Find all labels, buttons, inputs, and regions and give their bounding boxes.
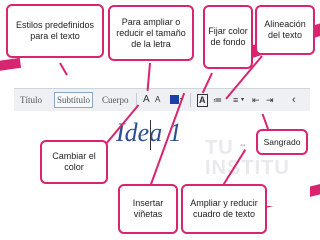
text-color-icon[interactable] (170, 95, 179, 104)
callout-text: Insertar viñetas (132, 198, 164, 219)
align-icon[interactable]: ≡ (233, 93, 238, 107)
callout-text: Estilos predefinidos para el texto (15, 20, 95, 41)
callout-predefined-styles: Estilos predefinidos para el texto (6, 4, 104, 58)
callout-text-alignment: Alineación del texto (255, 5, 315, 55)
connector-line (146, 62, 151, 91)
indent-increase-icon[interactable]: ⇥ (266, 93, 274, 107)
callout-indent: Sangrado (256, 129, 308, 155)
resize-handle-icon[interactable]: ⇔ (239, 140, 247, 149)
callout-font-size: Para ampliar o reducir el tamaño de la l… (108, 5, 194, 61)
callout-text: Ampliar y reducir cuadro de texto (190, 198, 258, 219)
callout-text: Sangrado (263, 137, 301, 147)
bullets-icon[interactable]: ≔ (213, 93, 222, 107)
watermark-line: TU (205, 137, 234, 159)
formatting-toolbar: Título Subtítulo Cuerpo A A ▾ A ≔ ≡ ▾ ⇤ … (14, 88, 310, 112)
highlight-icon[interactable]: A (197, 94, 208, 107)
style-subtitle-button[interactable]: Subtítulo (54, 92, 94, 108)
callout-text: Fijar color de fondo (208, 26, 248, 47)
text-caret (150, 120, 151, 150)
callout-text: Para ampliar o reducir el tamaño de la l… (116, 16, 186, 49)
font-size-decrease-button[interactable]: A (155, 93, 160, 107)
decorative-stripe-left (0, 57, 22, 72)
collapse-toolbar-icon[interactable]: ‹ (292, 93, 296, 107)
style-title-button[interactable]: Título (18, 93, 44, 107)
font-size-increase-button[interactable]: A (143, 93, 150, 107)
connector-line (59, 62, 68, 76)
style-body-button[interactable]: Cuerpo (100, 93, 131, 107)
callout-change-color: Cambiar el color (40, 140, 108, 184)
callout-resize-textbox: Ampliar y reducir cuadro de texto (181, 184, 267, 234)
toolbar-separator (190, 93, 191, 107)
callout-background-color: Fijar color de fondo (203, 5, 253, 69)
indent-decrease-icon[interactable]: ⇤ (252, 93, 260, 107)
watermark-line: INSTITU (205, 157, 290, 179)
callout-text: Cambiar el color (52, 151, 96, 172)
callout-text: Alineación del texto (264, 19, 306, 40)
chevron-down-icon[interactable]: ▾ (241, 93, 244, 107)
callout-insert-bullets: Insertar viñetas (118, 184, 178, 234)
